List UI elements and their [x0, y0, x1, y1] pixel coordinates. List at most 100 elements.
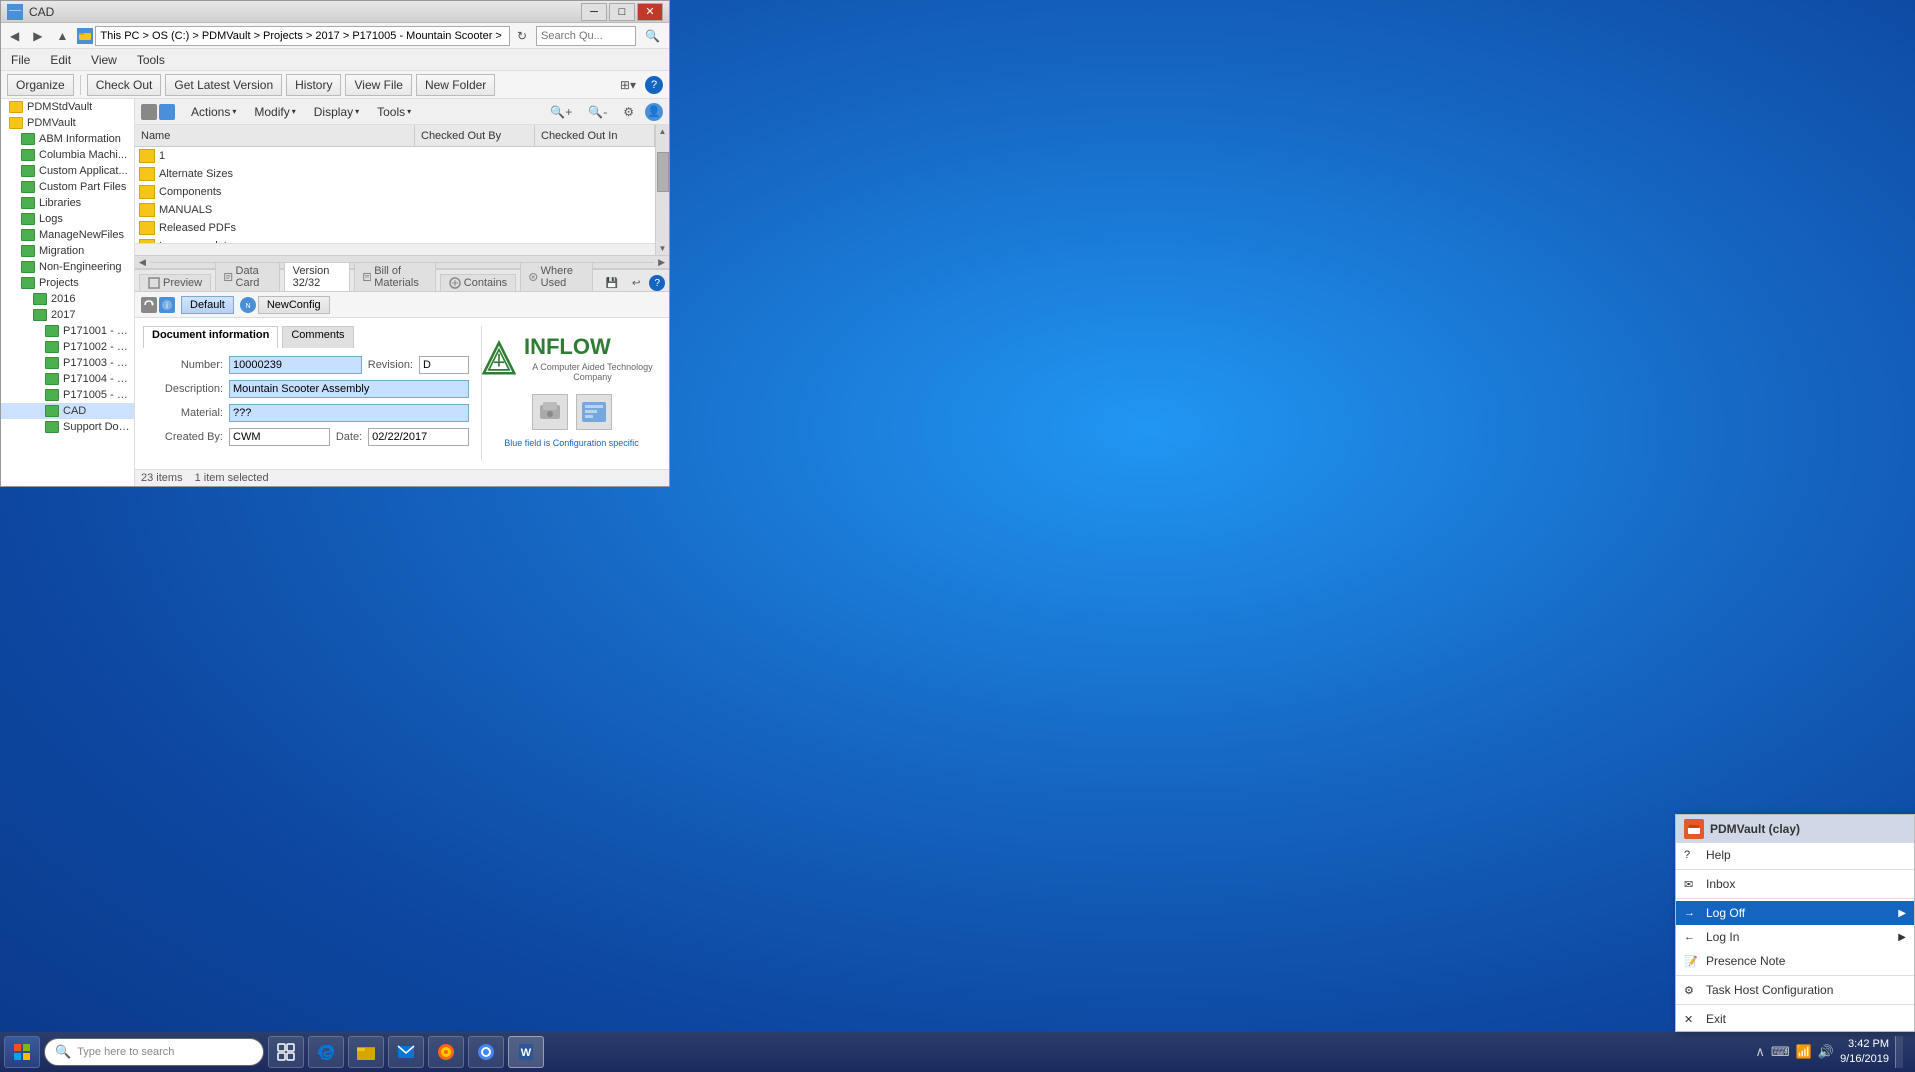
menu-view[interactable]: View	[85, 51, 123, 69]
sidebar-item-p171001[interactable]: P171001 - Hel...	[1, 323, 134, 339]
description-input[interactable]	[229, 380, 469, 398]
sidebar-item-custom-part[interactable]: Custom Part Files	[1, 179, 134, 195]
sidebar-item-libraries[interactable]: Libraries	[1, 195, 134, 211]
file-row[interactable]: MANUALS	[135, 201, 655, 219]
volume-icon[interactable]: 🔊	[1818, 1044, 1834, 1060]
file-row[interactable]: 1	[135, 147, 655, 165]
sidebar-item-columbia[interactable]: Columbia Machi...	[1, 147, 134, 163]
sidebar-item-2016[interactable]: 2016	[1, 291, 134, 307]
user-button[interactable]: 👤	[645, 103, 663, 121]
edge-button[interactable]	[308, 1036, 344, 1068]
check-out-button[interactable]: Check Out	[87, 74, 162, 96]
column-name[interactable]: Name	[135, 125, 415, 146]
tab-bom[interactable]: Bill of Materials	[354, 262, 436, 291]
file-row[interactable]: Components	[135, 183, 655, 201]
material-input[interactable]	[229, 404, 469, 422]
sidebar-item-migration[interactable]: Migration	[1, 243, 134, 259]
sidebar-item-p171004[interactable]: P171004 - LD F...	[1, 371, 134, 387]
tab-preview[interactable]: Preview	[139, 274, 211, 291]
menu-item-exit[interactable]: ✕ Exit	[1676, 1007, 1914, 1031]
tools-button[interactable]: Tools ▾	[371, 104, 417, 120]
search-button[interactable]: 🔍	[640, 27, 665, 45]
start-button[interactable]	[4, 1036, 40, 1068]
close-button[interactable]: ✕	[637, 3, 663, 21]
word-button[interactable]: W	[508, 1036, 544, 1068]
panel-help-button[interactable]: ?	[649, 275, 665, 291]
clock[interactable]: 3:42 PM 9/16/2019	[1840, 1037, 1889, 1068]
column-checked-out-in[interactable]: Checked Out In	[535, 125, 655, 146]
refresh-button[interactable]: ↻	[512, 27, 532, 45]
menu-item-log-in[interactable]: ← Log In ▶	[1676, 925, 1914, 949]
view-file-button[interactable]: View File	[345, 74, 411, 96]
task-view-button[interactable]	[268, 1036, 304, 1068]
sidebar-item-logs[interactable]: Logs	[1, 211, 134, 227]
view-options-button[interactable]: ⊞▾	[615, 76, 641, 94]
help-button[interactable]: ?	[645, 76, 663, 94]
created-by-input[interactable]	[229, 428, 330, 446]
outlook-button[interactable]	[388, 1036, 424, 1068]
default-config-button[interactable]: Default	[181, 296, 234, 314]
tray-up-arrow[interactable]: ∧	[1755, 1044, 1765, 1060]
history-button[interactable]: History	[286, 74, 341, 96]
sidebar-item-support[interactable]: Support Doc...	[1, 419, 134, 435]
taskbar-search[interactable]: 🔍 Type here to search	[44, 1038, 264, 1066]
file-row[interactable]: Released PDFs	[135, 219, 655, 237]
maximize-button[interactable]: □	[609, 3, 635, 21]
sidebar-item-custom-app[interactable]: Custom Applicat...	[1, 163, 134, 179]
menu-item-presence-note[interactable]: 📝 Presence Note	[1676, 949, 1914, 973]
sidebar-item-p171005[interactable]: P171005 - Mo...	[1, 387, 134, 403]
sidebar-item-abm[interactable]: ABM Information	[1, 131, 134, 147]
revision-input[interactable]	[419, 356, 469, 374]
search-input[interactable]	[536, 26, 636, 46]
display-button[interactable]: Display ▾	[308, 104, 365, 120]
horizontal-scrollbar[interactable]	[135, 243, 655, 255]
sidebar-item-p171002[interactable]: P171002 - Spr...	[1, 339, 134, 355]
new-folder-button[interactable]: New Folder	[416, 74, 495, 96]
minimize-button[interactable]: ─	[581, 3, 607, 21]
newconfig-button[interactable]: NewConfig	[258, 296, 330, 314]
settings-button[interactable]: ⚙	[618, 103, 639, 121]
file-list-scrollbar[interactable]: ▲ ▼	[655, 125, 669, 255]
sidebar-item-p171003[interactable]: P171003 - PDM	[1, 355, 134, 371]
sidebar-item-pdmstdvault[interactable]: PDMStdVault	[1, 99, 134, 115]
panel-undo-button[interactable]: ↩	[627, 276, 645, 291]
sidebar-item-managenewfiles[interactable]: ManageNewFiles	[1, 227, 134, 243]
keyboard-icon[interactable]: ⌨	[1771, 1044, 1790, 1060]
menu-item-inbox[interactable]: ✉ Inbox	[1676, 872, 1914, 896]
sidebar-item-projects[interactable]: Projects	[1, 275, 134, 291]
back-button[interactable]: ◀	[5, 27, 24, 45]
address-input[interactable]	[95, 26, 510, 46]
file-explorer-button[interactable]	[348, 1036, 384, 1068]
scroll-down-arrow[interactable]: ▼	[657, 242, 669, 255]
sidebar-item-non-eng[interactable]: Non-Engineering	[1, 259, 134, 275]
sidebar-item-pdmvault[interactable]: PDMVault	[1, 115, 134, 131]
menu-item-log-off[interactable]: → Log Off ▶	[1676, 901, 1914, 925]
tab-document-info[interactable]: Document information	[143, 326, 278, 348]
tab-version[interactable]: Version 32/32	[284, 262, 350, 291]
menu-tools[interactable]: Tools	[131, 51, 171, 69]
scroll-up-arrow[interactable]: ▲	[657, 125, 669, 138]
tab-where-used[interactable]: Where Used	[520, 262, 592, 291]
tab-comments[interactable]: Comments	[282, 326, 353, 348]
network-icon[interactable]: 📶	[1796, 1044, 1812, 1060]
actions-button[interactable]: Actions ▾	[185, 104, 242, 120]
panel-save-button[interactable]: 💾	[601, 276, 623, 291]
up-button[interactable]: ▲	[51, 27, 73, 45]
scroll-thumb[interactable]	[657, 152, 669, 192]
organize-button[interactable]: Organize	[7, 74, 74, 96]
date-input[interactable]	[368, 428, 469, 446]
zoom-in-button[interactable]: 🔍+	[545, 103, 577, 121]
column-checked-out-by[interactable]: Checked Out By	[415, 125, 535, 146]
zoom-out-button[interactable]: 🔍-	[583, 103, 612, 121]
sidebar-item-2017[interactable]: 2017	[1, 307, 134, 323]
file-row[interactable]: Alternate Sizes	[135, 165, 655, 183]
tab-data-card[interactable]: Data Card	[215, 262, 280, 291]
number-input[interactable]	[229, 356, 362, 374]
forward-button[interactable]: ▶	[28, 27, 47, 45]
sidebar-item-cad[interactable]: CAD	[1, 403, 134, 419]
firefox-button[interactable]	[428, 1036, 464, 1068]
tab-contains[interactable]: Contains	[440, 274, 516, 291]
chrome-button[interactable]	[468, 1036, 504, 1068]
menu-file[interactable]: File	[5, 51, 36, 69]
modify-button[interactable]: Modify ▾	[248, 104, 301, 120]
